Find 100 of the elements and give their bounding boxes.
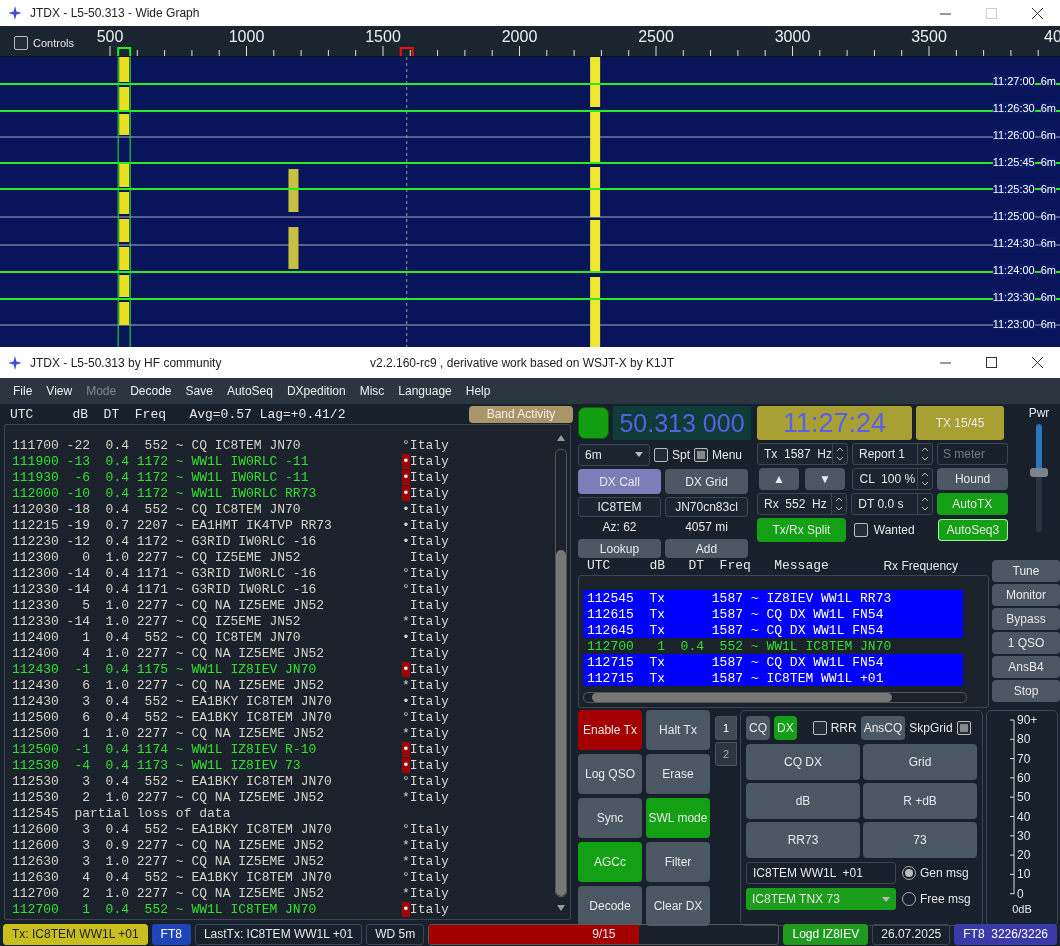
control-button[interactable]: Clear DX xyxy=(646,886,710,926)
decode-line[interactable]: 112000 -10 0.4 1172 ~ WW1L IW0RLC RR73 xyxy=(12,485,317,501)
decode-line[interactable]: 112700 1 0.4 552 ~ WW1L IC8TEM JN70 xyxy=(12,901,317,917)
mode-button[interactable]: CQ xyxy=(746,716,770,740)
message-row[interactable]: 112715 Tx 1587 ~ IC8TEM WW1L +01 xyxy=(583,670,963,686)
control-button[interactable]: Filter xyxy=(646,842,710,882)
power-slider[interactable] xyxy=(1030,424,1048,532)
menu-item[interactable]: View xyxy=(39,384,80,398)
decode-line[interactable]: 112215 -19 0.7 2207 ~ EA1HMT IK4TVP RR73 xyxy=(12,517,332,533)
message-button[interactable]: dB xyxy=(746,783,860,819)
decode-line[interactable]: 112300 0 1.0 2277 ~ CQ IZ5EME JN52 xyxy=(12,549,301,565)
maximize-icon[interactable] xyxy=(985,357,997,368)
side-button[interactable]: AnsB4 xyxy=(992,656,1060,678)
decode-line[interactable]: 112700 2 1.0 2277 ~ CQ NA IZ5EME JN52 xyxy=(12,885,325,901)
decode-line[interactable]: 112330 -14 0.4 1171 ~ G3RID IW0RLC -16 xyxy=(12,581,317,597)
decode-line[interactable]: 112600 3 0.9 2277 ~ CQ NA IZ5EME JN52 xyxy=(12,837,325,853)
message-row[interactable]: 112545 Tx 1587 ~ IZ8IEV WW1L RR73 xyxy=(583,590,963,606)
message-row[interactable]: 112700 1 0.4 552 ~ WW1L IC8TEM JN70 xyxy=(583,638,963,654)
side-button[interactable]: 1 QSO xyxy=(992,632,1060,654)
checkbox[interactable] xyxy=(812,721,827,735)
message-button[interactable]: 73 xyxy=(863,822,977,858)
decode-line[interactable]: 112230 -12 0.4 1172 ~ G3RID IW0RLC -16 xyxy=(12,533,317,549)
up-button[interactable]: ▲ xyxy=(759,468,799,490)
tab[interactable]: 1 xyxy=(715,716,737,740)
decode-line[interactable]: 112330 5 1.0 2277 ~ CQ NA IZ5EME JN52 xyxy=(12,597,325,613)
scrollbar[interactable] xyxy=(583,692,967,703)
control-button[interactable]: Log QSO xyxy=(578,754,642,794)
callsign-field[interactable]: IC8TEM xyxy=(578,497,661,517)
close-icon[interactable] xyxy=(1031,357,1043,368)
decode-line[interactable]: 112530 2 1.0 2277 ~ CQ NA IZ5EME JN52 xyxy=(12,789,325,805)
decode-line[interactable]: 112500 6 0.4 552 ~ EA1BKY IC8TEM JN70 xyxy=(12,709,332,725)
grid-field[interactable]: JN70cn83cl xyxy=(665,497,748,517)
toggle-button[interactable]: Hound xyxy=(937,468,1008,490)
decode-line[interactable]: 112545 partial loss of data xyxy=(12,805,231,821)
message-button[interactable]: Grid xyxy=(863,744,977,780)
control-button[interactable]: Enable Tx xyxy=(578,710,642,750)
decode-line[interactable]: 111900 -13 0.4 1172 ~ WW1L IW0RLC -11 xyxy=(12,453,309,469)
decode-line[interactable]: 111930 -6 0.4 1172 ~ WW1L IW0RLC -11 xyxy=(12,469,309,485)
decode-line[interactable]: 112300 -14 0.4 1171 ~ G3RID IW0RLC -16 xyxy=(12,565,317,581)
control-button[interactable]: Decode xyxy=(578,886,642,926)
checkbox[interactable] xyxy=(654,447,668,462)
decode-line[interactable]: 112630 3 1.0 2277 ~ CQ NA IZ5EME JN52 xyxy=(12,853,325,869)
side-button[interactable]: Tune xyxy=(992,560,1060,582)
decode-line[interactable]: 112430 -1 0.4 1175 ~ WW1L IZ8IEV JN70 xyxy=(12,661,317,677)
decode-line[interactable]: 112430 6 1.0 2277 ~ CQ NA IZ5EME JN52 xyxy=(12,677,325,693)
ans-cq-button[interactable]: AnsCQ xyxy=(860,716,906,740)
control-button[interactable]: Sync xyxy=(578,798,642,838)
decode-line[interactable]: 112500 1 1.0 2277 ~ CQ NA IZ5EME JN52 xyxy=(12,725,325,741)
decode-line[interactable]: 112600 3 0.4 552 ~ EA1BKY IC8TEM JN70 xyxy=(12,821,332,837)
dx-grid-button[interactable]: DX Grid xyxy=(665,469,748,494)
band-dropdown[interactable]: 6m xyxy=(578,443,650,466)
checkbox[interactable] xyxy=(956,721,971,735)
decode-line[interactable]: 112400 4 1.0 2277 ~ CQ NA IZ5EME JN52 xyxy=(12,645,325,661)
message-row[interactable]: 112715 Tx 1587 ~ CQ DX WW1L FN54 xyxy=(583,654,963,670)
scrollbar[interactable] xyxy=(554,433,568,913)
control-button[interactable]: Erase xyxy=(646,754,710,794)
menu-item[interactable]: Save xyxy=(178,384,220,398)
decode-line[interactable]: 112630 4 0.4 552 ~ EA1BKY IC8TEM JN70 xyxy=(12,869,332,885)
spin-box[interactable]: DT 0.0 s xyxy=(851,493,933,515)
message-button[interactable]: R +dB xyxy=(863,783,977,819)
s-meter-field[interactable]: S meter xyxy=(936,443,1008,465)
message-button[interactable]: RR73 xyxy=(746,822,860,858)
menu-item[interactable]: Decode xyxy=(123,384,179,398)
spin-box[interactable]: Rx 552 Hz xyxy=(757,493,848,515)
decode-line[interactable]: 112330 -14 1.0 2277 ~ CQ IZ5EME JN52 xyxy=(12,613,301,629)
checkbox[interactable] xyxy=(694,447,708,462)
checkbox[interactable] xyxy=(14,36,28,50)
menu-item[interactable]: Misc xyxy=(352,384,392,398)
menu-item[interactable]: Help xyxy=(458,384,498,398)
decode-line[interactable]: 112030 -18 0.4 552 ~ CQ IC8TEM JN70 xyxy=(12,501,301,517)
side-button[interactable]: Bypass xyxy=(992,608,1060,630)
caret-icon[interactable] xyxy=(635,452,643,457)
tab[interactable]: 2 xyxy=(715,742,737,766)
message-row[interactable]: 112615 Tx 1587 ~ CQ DX WW1L FN54 xyxy=(583,606,963,622)
decode-line[interactable]: 112430 3 0.4 552 ~ EA1BKY IC8TEM JN70 xyxy=(12,693,332,709)
scroll-down-icon[interactable] xyxy=(556,903,566,913)
decode-line[interactable]: 112530 -4 0.4 1173 ~ WW1L IZ8IEV 73 xyxy=(12,757,301,773)
menu-item[interactable]: Language xyxy=(391,384,459,398)
side-button[interactable]: Stop xyxy=(992,680,1060,702)
lookup-button[interactable]: Lookup xyxy=(578,539,661,558)
scroll-up-icon[interactable] xyxy=(556,433,566,443)
menu-item[interactable]: File xyxy=(6,384,40,398)
slider-thumb[interactable] xyxy=(1030,467,1048,477)
decode-line[interactable]: 111700 -22 0.4 552 ~ CQ IC8TEM JN70 xyxy=(12,437,301,453)
control-button[interactable]: Halt Tx xyxy=(646,710,710,750)
message-field[interactable]: IC8TEM WW1L +01 xyxy=(746,862,896,884)
menu-item[interactable]: DXpedition xyxy=(279,384,353,398)
side-button[interactable]: Monitor xyxy=(992,584,1060,606)
decode-line[interactable]: 112500 -1 0.4 1174 ~ WW1L IZ8IEV R-10 xyxy=(12,741,317,757)
message-row[interactable]: 112645 Tx 1587 ~ CQ DX WW1L FN54 xyxy=(583,622,963,638)
decode-line[interactable]: 112400 1 0.4 552 ~ CQ IC8TEM JN70 xyxy=(12,629,301,645)
add-button[interactable]: Add xyxy=(665,539,748,558)
checkbox[interactable] xyxy=(853,523,868,537)
spin-box[interactable]: Report 1 xyxy=(852,443,933,465)
spin-box[interactable]: Tx 1587 Hz xyxy=(757,443,848,465)
menu-item[interactable]: AutoSeq xyxy=(219,384,280,398)
message-button[interactable]: CQ DX xyxy=(746,744,860,780)
spin-box[interactable]: CL 100 % xyxy=(852,468,934,490)
decode-line[interactable]: 112530 3 0.4 552 ~ EA1BKY IC8TEM JN70 xyxy=(12,773,332,789)
close-icon[interactable] xyxy=(1031,7,1043,19)
